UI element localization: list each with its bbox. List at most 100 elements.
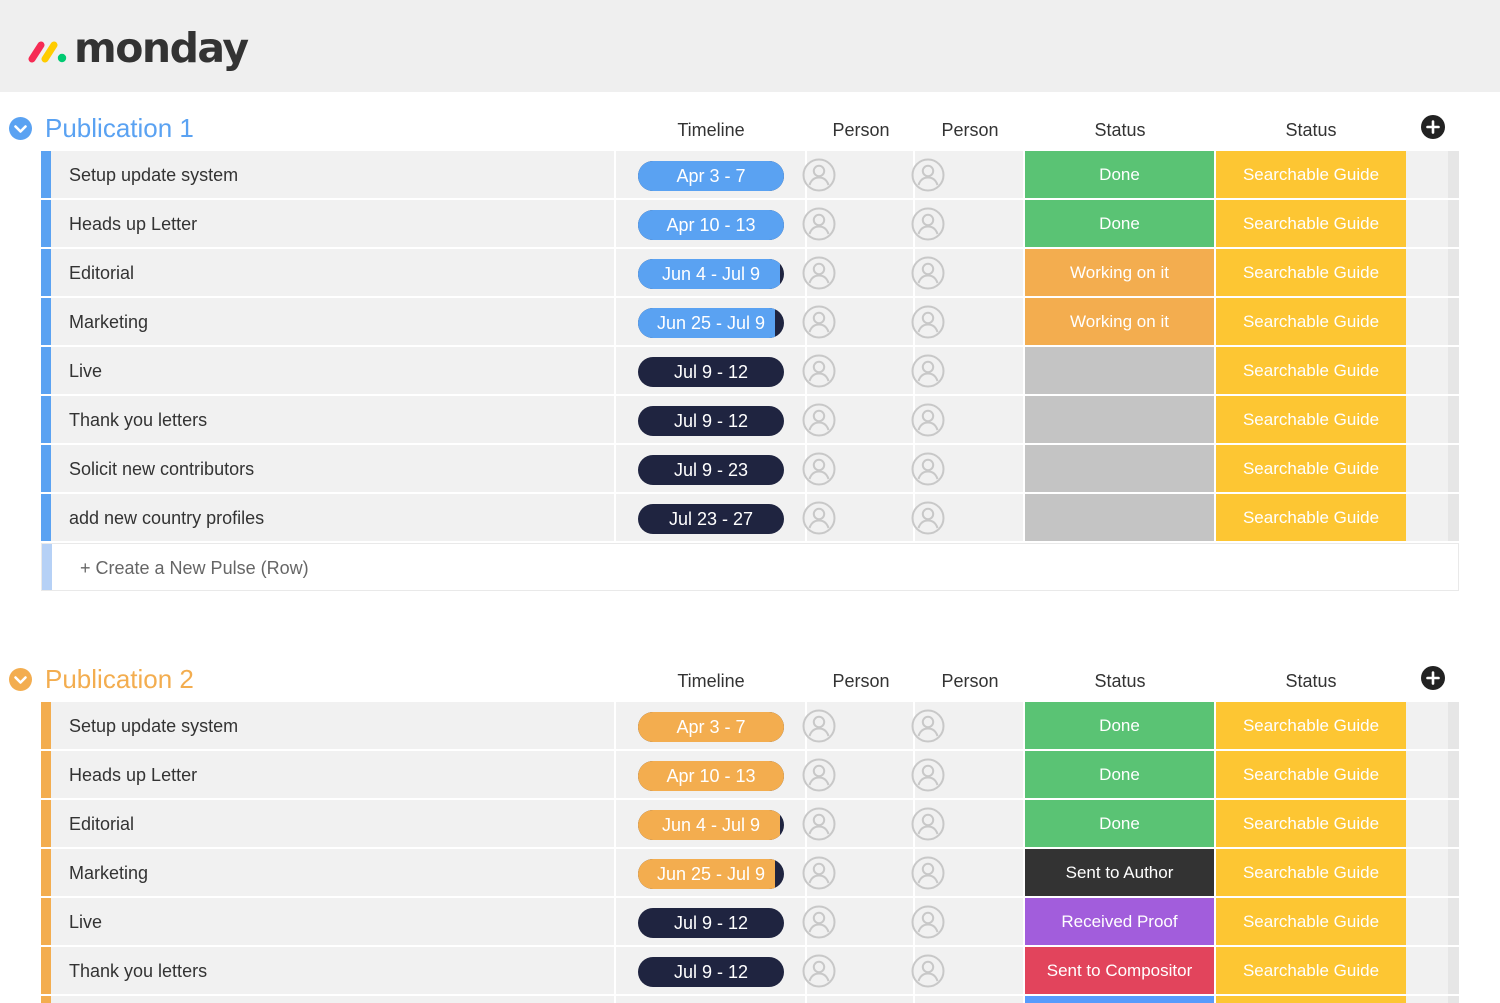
status-cell-secondary[interactable]: Searchable Guide xyxy=(1216,347,1406,394)
person-avatar-icon[interactable] xyxy=(802,501,836,535)
timeline-pill[interactable]: Jun 4 - Jul 9 xyxy=(638,810,784,840)
monday-logo[interactable]: monday xyxy=(28,24,249,72)
status-cell[interactable]: Done xyxy=(1025,800,1214,847)
column-header[interactable]: Status xyxy=(1060,118,1180,142)
person-avatar-icon[interactable] xyxy=(802,856,836,890)
row-name[interactable]: Marketing xyxy=(69,861,148,885)
person-avatar-icon[interactable] xyxy=(802,452,836,486)
add-column-icon[interactable] xyxy=(1421,666,1445,690)
timeline-pill[interactable]: Jun 25 - Jul 9 xyxy=(638,308,784,338)
row-name[interactable]: Live xyxy=(69,359,102,383)
person-avatar-icon[interactable] xyxy=(911,305,945,339)
status-cell[interactable]: Working on it xyxy=(1025,298,1214,345)
status-cell-secondary[interactable]: Searchable Guide xyxy=(1216,849,1406,896)
row-name[interactable]: Solicit new contributors xyxy=(69,457,254,481)
status-cell-secondary[interactable]: Searchable Guide xyxy=(1216,751,1406,798)
row-name[interactable]: Heads up Letter xyxy=(69,212,197,236)
person-avatar-icon[interactable] xyxy=(802,403,836,437)
table-row[interactable]: Marketing Jun 25 - Jul 9 Sent to Author Sea… xyxy=(41,849,1459,896)
status-cell[interactable]: Done xyxy=(1025,200,1214,247)
create-pulse-label[interactable]: + Create a New Pulse (Row) xyxy=(80,556,309,580)
timeline-pill[interactable]: Apr 3 - 7 xyxy=(638,161,784,191)
status-cell[interactable]: Working on it xyxy=(1025,249,1214,296)
person-avatar-icon[interactable] xyxy=(911,207,945,241)
timeline-pill[interactable]: Jun 25 - Jul 9 xyxy=(638,859,784,889)
row-name[interactable]: Editorial xyxy=(69,261,134,285)
row-name[interactable]: Setup update system xyxy=(69,714,238,738)
row-name[interactable]: Thank you letters xyxy=(69,408,207,432)
table-row[interactable]: add new country profiles Jul 23 - 27 Searc… xyxy=(41,494,1459,541)
status-cell-secondary[interactable]: Searchable Guide xyxy=(1216,898,1406,945)
status-cell-secondary[interactable]: Searchable Guide xyxy=(1216,494,1406,541)
status-cell-secondary[interactable]: Searchable Guide xyxy=(1216,800,1406,847)
status-cell-secondary[interactable]: Searchable Guide xyxy=(1216,396,1406,443)
collapse-chevron-icon[interactable] xyxy=(9,668,32,691)
person-avatar-icon[interactable] xyxy=(802,807,836,841)
table-row[interactable] xyxy=(41,996,1459,1003)
person-avatar-icon[interactable] xyxy=(911,709,945,743)
column-header[interactable]: Status xyxy=(1251,118,1371,142)
table-row[interactable]: Solicit new contributors Jul 9 - 23 Search… xyxy=(41,445,1459,492)
status-cell[interactable]: Sent to Author xyxy=(1025,849,1214,896)
column-header[interactable]: Status xyxy=(1060,669,1180,693)
timeline-pill[interactable]: Jul 9 - 23 xyxy=(638,455,784,485)
timeline-pill[interactable]: Apr 3 - 7 xyxy=(638,712,784,742)
timeline-pill[interactable]: Apr 10 - 13 xyxy=(638,761,784,791)
person-avatar-icon[interactable] xyxy=(802,954,836,988)
person-avatar-icon[interactable] xyxy=(911,158,945,192)
status-cell-secondary[interactable]: Searchable Guide xyxy=(1216,200,1406,247)
status-cell[interactable]: Done xyxy=(1025,751,1214,798)
person-avatar-icon[interactable] xyxy=(911,856,945,890)
table-row[interactable]: Live Jul 9 - 12 Searchable Guide xyxy=(41,347,1459,394)
timeline-pill[interactable]: Apr 10 - 13 xyxy=(638,210,784,240)
status-cell-secondary[interactable] xyxy=(1216,996,1406,1003)
status-cell-secondary[interactable]: Searchable Guide xyxy=(1216,947,1406,994)
person-avatar-icon[interactable] xyxy=(802,758,836,792)
table-row[interactable]: Editorial Jun 4 - Jul 9 Done Searchable Gui… xyxy=(41,800,1459,847)
person-avatar-icon[interactable] xyxy=(802,709,836,743)
column-header[interactable]: Person xyxy=(910,118,1030,142)
person-avatar-icon[interactable] xyxy=(911,905,945,939)
timeline-pill[interactable]: Jun 4 - Jul 9 xyxy=(638,259,784,289)
column-header[interactable]: Person xyxy=(801,669,921,693)
person-avatar-icon[interactable] xyxy=(802,905,836,939)
create-pulse-row[interactable]: + Create a New Pulse (Row) xyxy=(41,543,1459,591)
column-header[interactable]: Person xyxy=(801,118,921,142)
timeline-pill[interactable]: Jul 23 - 27 xyxy=(638,504,784,534)
status-cell-secondary[interactable]: Searchable Guide xyxy=(1216,151,1406,198)
column-header[interactable]: Person xyxy=(910,669,1030,693)
row-name[interactable]: Thank you letters xyxy=(69,959,207,983)
row-name[interactable]: add new country profiles xyxy=(69,506,264,530)
table-row[interactable]: Thank you letters Jul 9 - 12 Sent to Compo… xyxy=(41,947,1459,994)
row-name[interactable]: Heads up Letter xyxy=(69,763,197,787)
timeline-pill[interactable]: Jul 9 - 12 xyxy=(638,357,784,387)
status-cell[interactable] xyxy=(1025,347,1214,394)
add-column-icon[interactable] xyxy=(1421,115,1445,139)
row-name[interactable]: Editorial xyxy=(69,812,134,836)
status-cell[interactable] xyxy=(1025,396,1214,443)
person-avatar-icon[interactable] xyxy=(911,807,945,841)
status-cell-secondary[interactable]: Searchable Guide xyxy=(1216,249,1406,296)
group-title[interactable]: Publication 1 xyxy=(45,112,194,144)
status-cell-secondary[interactable]: Searchable Guide xyxy=(1216,702,1406,749)
timeline-pill[interactable]: Jul 9 - 12 xyxy=(638,908,784,938)
group-title[interactable]: Publication 2 xyxy=(45,663,194,695)
person-avatar-icon[interactable] xyxy=(911,354,945,388)
person-avatar-icon[interactable] xyxy=(911,954,945,988)
status-cell[interactable] xyxy=(1025,996,1214,1003)
collapse-chevron-icon[interactable] xyxy=(9,117,32,140)
timeline-pill[interactable]: Jul 9 - 12 xyxy=(638,406,784,436)
status-cell-secondary[interactable]: Searchable Guide xyxy=(1216,445,1406,492)
person-avatar-icon[interactable] xyxy=(802,305,836,339)
timeline-pill[interactable]: Jul 9 - 12 xyxy=(638,957,784,987)
status-cell[interactable] xyxy=(1025,445,1214,492)
table-row[interactable]: Setup update system Apr 3 - 7 Done Searchab… xyxy=(41,702,1459,749)
row-name[interactable]: Marketing xyxy=(69,310,148,334)
table-row[interactable]: Heads up Letter Apr 10 - 13 Done Searchable… xyxy=(41,200,1459,247)
status-cell[interactable]: Done xyxy=(1025,702,1214,749)
row-name[interactable]: Live xyxy=(69,910,102,934)
status-cell[interactable]: Done xyxy=(1025,151,1214,198)
person-avatar-icon[interactable] xyxy=(802,207,836,241)
person-avatar-icon[interactable] xyxy=(911,256,945,290)
person-avatar-icon[interactable] xyxy=(911,501,945,535)
